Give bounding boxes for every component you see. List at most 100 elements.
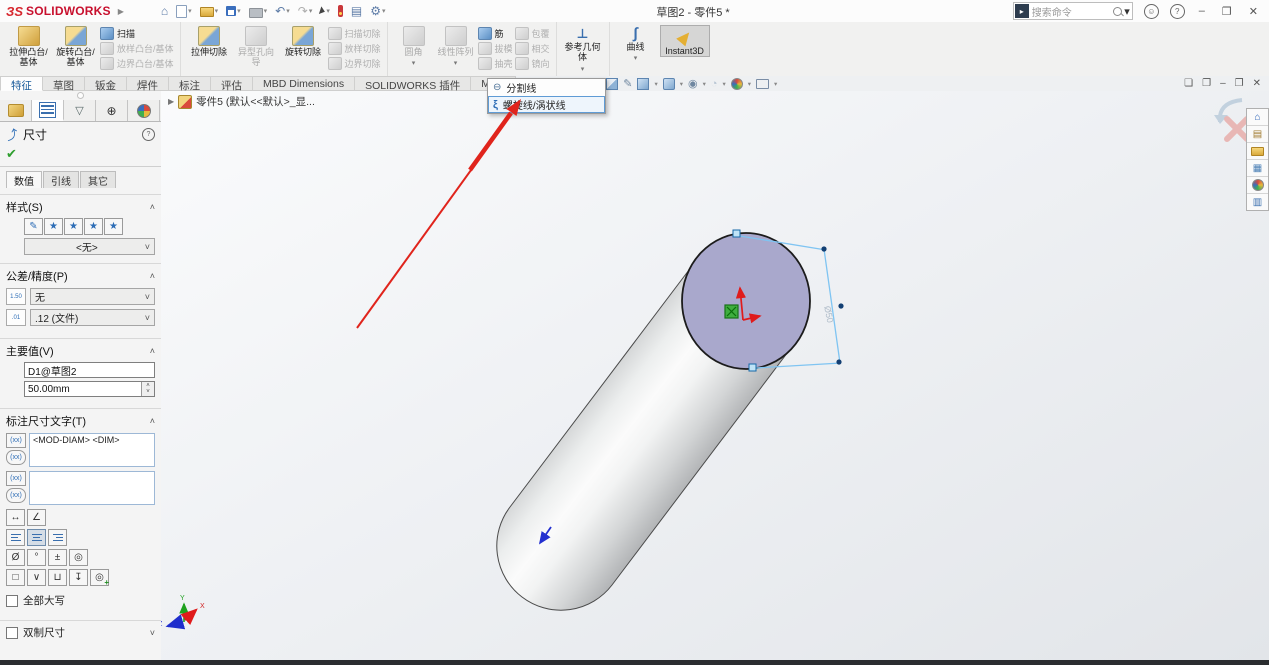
tab-features[interactable]: 特征 [0,76,43,91]
dimension-handle[interactable] [733,230,740,237]
confirmation-corner[interactable] [1214,100,1247,139]
ok-checkmark-button[interactable]: ✔ [6,146,17,161]
tab-mbd-dimensions[interactable]: MBD Dimensions [253,76,355,91]
save-button[interactable]: ▾ [223,5,244,17]
tab-addins[interactable]: SOLIDWORKS 插件 [355,76,471,91]
dimxpert-manager-tab[interactable]: ⊕ [96,100,128,121]
precision-dropdown[interactable]: .12 (文件) ˅ [30,309,155,326]
tab-sketch[interactable]: 草图 [43,76,85,91]
counterbore-symbol-button[interactable]: ⊔ [48,569,67,586]
dual-dimension-checkbox[interactable] [6,627,18,639]
search-icon[interactable] [1113,7,1122,16]
print-button[interactable]: ▾ [246,4,271,19]
design-library-tab[interactable]: ▤ [1247,126,1268,143]
file-explorer-tab[interactable] [1247,143,1268,160]
style-load-button[interactable]: ★ [104,218,123,235]
linear-pattern-button[interactable]: 线性阵列 ▾ [436,25,476,67]
extrude-boss-button[interactable]: 拉伸凸台/基体 [6,25,51,68]
configuration-manager-tab[interactable]: ▽ [64,100,96,121]
angle-text-button[interactable]: ∠ [27,509,46,526]
doc-minimize-icon[interactable]: – [1220,78,1226,89]
tab-sheet-metal[interactable]: 钣金 [85,76,127,91]
view-orientation-icon[interactable] [637,78,649,90]
dim-text-oval-icon[interactable]: (xx) [6,450,26,465]
undo-button[interactable]: ↶▾ [272,4,293,18]
options-button[interactable]: ⚙▾ [367,4,388,18]
apply-scene-icon[interactable] [731,78,743,90]
section-view-icon[interactable] [606,78,618,90]
performance-button[interactable] [335,4,346,18]
subtab-other[interactable]: 其它 [80,171,116,188]
edit-appearance-icon[interactable]: ◔ [711,78,718,90]
subtab-leaders[interactable]: 引线 [43,171,79,188]
appearances-tab[interactable] [1247,177,1268,194]
style-save-button[interactable]: ★ [84,218,103,235]
style-delete-button[interactable]: ★ [64,218,83,235]
menu-item-helix-spiral[interactable]: ξ 螺旋线/涡状线 [488,96,605,113]
plusminus-symbol-button[interactable]: ± [48,549,67,566]
user-account-button[interactable]: ☺ [1144,4,1159,19]
boundary-cut-button[interactable]: 边界切除 [328,57,381,70]
boundary-boss-button[interactable]: 边界凸台/基体 [100,57,174,70]
home-button[interactable]: ⌂ [158,4,171,18]
shell-button[interactable]: 抽壳 [478,57,513,70]
intersect-button[interactable]: 相交 [515,42,550,55]
property-manager-tab[interactable] [32,100,64,121]
collapse-icon[interactable]: ˄ [150,271,155,281]
hide-show-items-icon[interactable]: ◉ [688,78,698,90]
dimension-grip[interactable] [836,359,841,364]
restore-button[interactable]: ❐ [1219,5,1235,18]
revolve-cut-button[interactable]: 旋转切除 [281,25,326,57]
wrap-button[interactable]: 包覆 [515,27,550,40]
revolve-boss-button[interactable]: 旋转凸台/基体 [53,25,98,68]
uppercase-checkbox[interactable] [6,595,18,607]
tolerance-dropdown[interactable]: 无 ˅ [30,288,155,305]
hole-callout-button[interactable]: ◎ [69,549,88,566]
open-button[interactable]: ▾ [197,4,222,18]
search-commands-box[interactable]: ▸ 搜索命令 ▾ [1013,2,1133,20]
doc-window-icon-right[interactable]: ❐ [1202,78,1211,89]
custom-properties-tab[interactable]: ▥ [1247,194,1268,210]
display-manager-tab[interactable] [128,100,160,121]
panel-help-button[interactable]: ? [142,128,155,141]
tab-weldments[interactable]: 焊件 [127,76,169,91]
style-dropdown[interactable]: <无> ˅ [24,238,155,255]
doc-window-icon-left[interactable]: ❏ [1184,78,1193,89]
hole-wizard-button[interactable]: 异型孔向导 [234,25,279,68]
instant3d-toggle[interactable]: Instant3D [660,25,710,57]
style-default-button[interactable]: ✎ [24,218,43,235]
doc-restore-icon[interactable]: ❐ [1235,78,1244,89]
dimension-name-field[interactable]: D1@草图2 [24,362,155,378]
countersink-symbol-button[interactable]: ∨ [27,569,46,586]
help-button[interactable]: ? [1170,4,1185,19]
close-button[interactable]: ✕ [1246,5,1261,18]
resources-tab[interactable]: ⌂ [1247,109,1268,126]
loft-cut-button[interactable]: 放样切除 [328,42,381,55]
dimension-value-field[interactable]: 50.00mm ˄˅ [24,381,155,397]
align-left-button[interactable] [6,529,25,546]
view-settings-icon[interactable] [756,79,769,89]
more-symbols-button[interactable]: ◎+ [90,569,109,586]
menu-item-split-line[interactable]: ⊖ 分割线 [488,79,605,96]
draft-button[interactable]: 拔模 [478,42,513,55]
collapse-icon[interactable]: ˄ [150,202,155,212]
flyout-expand-icon[interactable]: ▶ [168,97,174,106]
value-stepper[interactable]: ˄˅ [141,382,154,396]
dimension-grip[interactable] [821,246,826,251]
loft-boss-button[interactable]: 放样凸台/基体 [100,42,174,55]
square-symbol-button[interactable]: □ [6,569,25,586]
curves-button[interactable]: ∫ 曲线 ▾ [616,25,656,62]
report-button[interactable]: ▤ [348,4,365,18]
dim-text-icon-2[interactable]: (xx) [6,471,26,486]
style-add-button[interactable]: ★ [44,218,63,235]
dim-text-icon[interactable]: (xx) [6,433,26,448]
extrude-cut-button[interactable]: 拉伸切除 [187,25,232,57]
select-button[interactable]: ▾ [317,6,333,16]
minimize-button[interactable]: – [1196,5,1208,17]
collapse-icon[interactable]: ˄ [150,416,155,426]
subtab-value[interactable]: 数值 [6,171,42,188]
tab-markup[interactable]: 标注 [169,76,211,91]
depth-symbol-button[interactable]: ↧ [69,569,88,586]
dimension-text-input[interactable]: <MOD-DIAM> <DIM> [29,433,155,467]
cylinder-top-face-selected[interactable] [682,233,810,369]
